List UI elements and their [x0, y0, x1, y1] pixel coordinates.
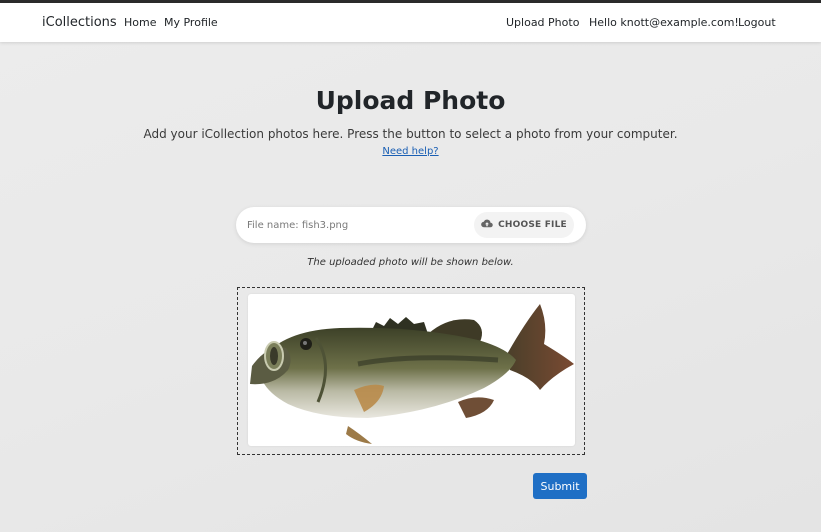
navbar: iCollections Home My Profile Upload Phot… — [0, 3, 821, 42]
page-title: Upload Photo — [315, 86, 506, 115]
user-greeting: Hello knott@example.com! — [589, 16, 739, 29]
need-help-link[interactable]: Need help? — [382, 146, 438, 157]
nav-logout[interactable]: Logout — [738, 16, 776, 29]
help-link-wrapper: Need help? — [0, 146, 821, 157]
uploaded-photo — [248, 294, 575, 446]
nav-my-profile[interactable]: My Profile — [164, 16, 218, 29]
brand-logo[interactable]: iCollections — [42, 15, 117, 30]
nav-upload-photo[interactable]: Upload Photo — [506, 16, 579, 29]
fish-image — [250, 304, 574, 444]
file-input-group: File name: fish3.png CHOOSE FILE — [236, 207, 586, 243]
cloud-upload-icon — [481, 219, 493, 231]
nav-home[interactable]: Home — [124, 16, 156, 29]
choose-file-button[interactable]: CHOOSE FILE — [474, 212, 574, 238]
file-name-label: File name: fish3.png — [247, 220, 349, 231]
photo-preview-area — [237, 287, 585, 455]
page-subtitle: Add your iCollection photos here. Press … — [143, 127, 678, 141]
preview-caption: The uploaded photo will be shown below. — [307, 257, 514, 268]
submit-button[interactable]: Submit — [533, 473, 587, 499]
choose-file-label: CHOOSE FILE — [498, 220, 567, 230]
